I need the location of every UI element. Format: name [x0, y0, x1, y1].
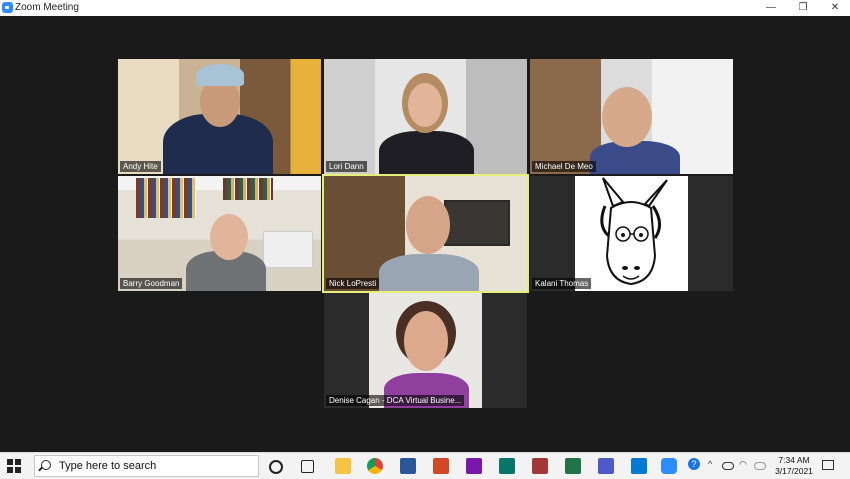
- participant-name: Michael De Meo: [532, 161, 596, 172]
- gallery-view: Andy Hite Lori Dann Michael De Meo Barry…: [0, 16, 850, 452]
- donkey-cartoon-icon: [600, 177, 668, 286]
- participant-tile-lori-dann[interactable]: Lori Dann: [324, 59, 527, 174]
- participant-face: [404, 311, 448, 371]
- taskbar-clock[interactable]: 7:34 AM 3/17/2021: [772, 455, 816, 477]
- windows-taskbar: Type here to search ? ^ ◠ 7:34 AM 3/17/2…: [0, 452, 850, 479]
- participant-name: Denise Cagan - DCA Virtual Busine...: [326, 395, 465, 406]
- teams-icon[interactable]: [598, 458, 614, 474]
- window-title: Zoom Meeting: [15, 2, 79, 13]
- participant-body: [379, 254, 479, 291]
- windows-start-button[interactable]: [7, 459, 21, 473]
- zoom-app-icon: [2, 2, 13, 13]
- file-explorer-icon[interactable]: [335, 458, 351, 474]
- participant-face: [406, 196, 450, 254]
- wall-artwork: [444, 200, 510, 246]
- participant-cap: [196, 64, 244, 86]
- participant-face: [210, 214, 248, 260]
- participant-name: Nick LoPresti: [326, 278, 380, 289]
- participant-tile-andy-hite[interactable]: Andy Hite: [118, 59, 321, 174]
- participant-avatar-image: [575, 176, 688, 291]
- clock-time: 7:34 AM: [778, 455, 810, 465]
- help-icon[interactable]: ?: [688, 458, 700, 470]
- maximize-button[interactable]: ❐: [787, 0, 819, 16]
- search-placeholder: Type here to search: [59, 460, 157, 472]
- clock-date: 3/17/2021: [775, 466, 813, 476]
- taskbar-search-box[interactable]: Type here to search: [34, 455, 259, 477]
- window-titlebar: Zoom Meeting — ❐ ✕: [0, 0, 850, 17]
- participant-tile-nick-lopresti[interactable]: Nick LoPresti: [322, 174, 529, 293]
- wifi-icon[interactable]: ◠: [739, 459, 747, 470]
- search-icon: [41, 460, 51, 470]
- task-view-icon[interactable]: [301, 460, 314, 473]
- participant-face: [408, 83, 442, 127]
- bookshelf: [136, 178, 196, 218]
- participant-tile-barry-goodman[interactable]: Barry Goodman: [118, 176, 321, 291]
- participant-body: [590, 141, 680, 174]
- access-icon[interactable]: [532, 458, 548, 474]
- participant-name: Kalani Thomas: [532, 278, 592, 289]
- participant-tile-michael-de-meo[interactable]: Michael De Meo: [530, 59, 733, 174]
- participant-face: [602, 87, 652, 147]
- powerpoint-icon[interactable]: [433, 458, 449, 474]
- participant-tile-kalani-thomas[interactable]: Kalani Thomas: [530, 176, 733, 291]
- cortana-icon[interactable]: [269, 460, 283, 474]
- chrome-icon[interactable]: [367, 458, 383, 474]
- notifications-icon[interactable]: [822, 460, 834, 470]
- close-button[interactable]: ✕: [819, 0, 850, 16]
- zoom-icon[interactable]: [661, 458, 677, 474]
- minimize-button[interactable]: —: [755, 0, 787, 16]
- participant-name: Lori Dann: [326, 161, 367, 172]
- word-icon[interactable]: [400, 458, 416, 474]
- participant-body: [379, 131, 474, 174]
- participant-name: Andy Hite: [120, 161, 161, 172]
- outlook-icon[interactable]: [631, 458, 647, 474]
- publisher-icon[interactable]: [499, 458, 515, 474]
- chevron-up-icon[interactable]: ^: [708, 459, 712, 469]
- onedrive-icon[interactable]: [722, 462, 734, 470]
- participant-name: Barry Goodman: [120, 278, 183, 289]
- bookshelf: [223, 178, 273, 200]
- participant-tile-denise-cagan[interactable]: Denise Cagan - DCA Virtual Busine...: [324, 293, 527, 408]
- onenote-icon[interactable]: [466, 458, 482, 474]
- printer: [263, 231, 313, 268]
- cloud-icon[interactable]: [754, 462, 766, 470]
- excel-icon[interactable]: [565, 458, 581, 474]
